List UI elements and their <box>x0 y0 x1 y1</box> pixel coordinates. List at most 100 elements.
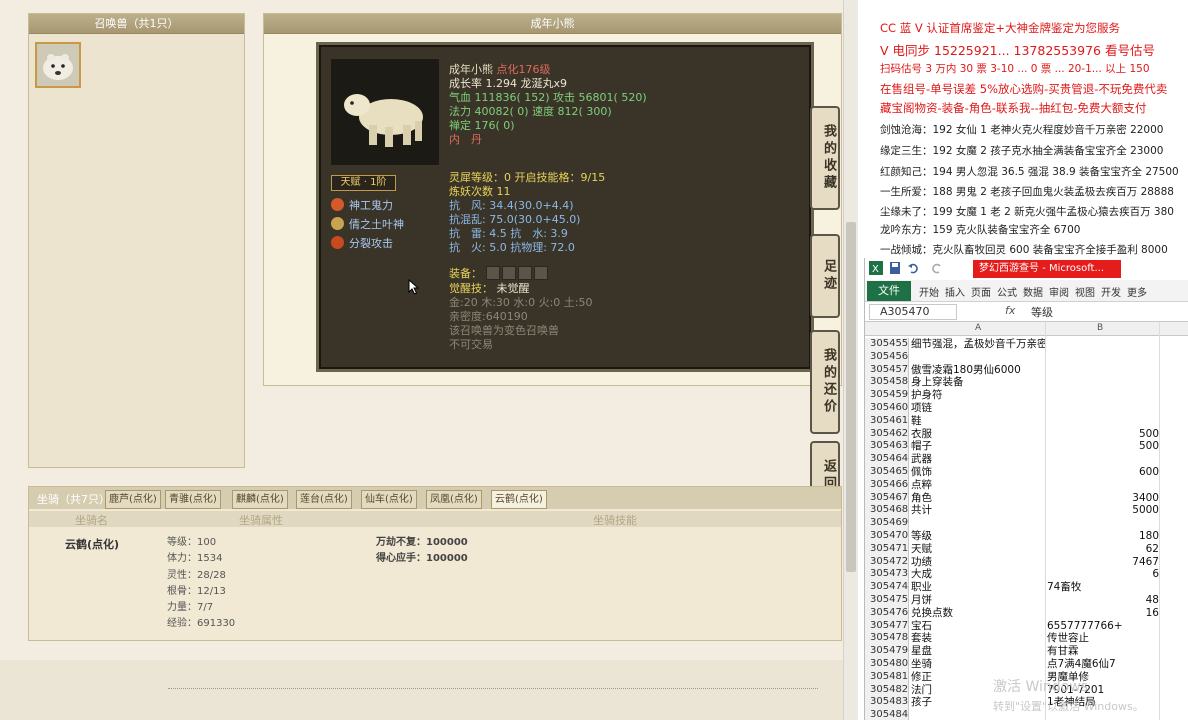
cell-a[interactable]: 细节强混，孟极妙音千万亲密，装备宝宝齐全 <box>911 338 1045 351</box>
row-number[interactable]: 305483 <box>865 696 909 710</box>
row-number[interactable]: 305476 <box>865 606 909 620</box>
pet-skill[interactable]: 倩之土叶神 <box>331 216 404 232</box>
cell-b[interactable]: 6557777766+ <box>1047 620 1159 633</box>
cell-a[interactable]: 功绩 <box>911 556 1045 569</box>
cell-b[interactable]: 6 <box>1047 568 1159 581</box>
cell-b[interactable]: 500 <box>1047 428 1159 441</box>
row-number[interactable]: 305462 <box>865 427 909 441</box>
ribbon-tab[interactable]: 审阅 <box>1049 284 1069 299</box>
cell-b[interactable]: 74畜牧 <box>1047 581 1159 594</box>
sheet-row[interactable]: 305470 等级 180 <box>865 529 1188 543</box>
cell-a[interactable]: 傲雪凌霜180男仙6000 <box>911 364 1045 377</box>
cell-a[interactable]: 等级 <box>911 530 1045 543</box>
row-number[interactable]: 305481 <box>865 670 909 684</box>
cell-b[interactable]: 3400 <box>1047 492 1159 505</box>
cell-a[interactable]: 武器 <box>911 453 1045 466</box>
cell-a[interactable]: 套装 <box>911 632 1045 645</box>
cell-b[interactable]: 62 <box>1047 543 1159 556</box>
cell-a[interactable]: 佩饰 <box>911 466 1045 479</box>
sheet-row[interactable]: 305459 护身符 <box>865 389 1188 402</box>
sheet-row[interactable]: 305476 兑换点数 16 <box>865 606 1188 620</box>
cell-a[interactable]: 项链 <box>911 402 1045 415</box>
my-favorites-button[interactable]: 我的收藏 <box>810 106 840 210</box>
formula-input[interactable]: 等级 <box>1031 304 1053 320</box>
sheet-row[interactable]: 305460 项链 <box>865 401 1188 415</box>
sheet-row[interactable]: 305479 星盘 有甘霖 <box>865 645 1188 658</box>
row-number[interactable]: 305468 <box>865 504 909 518</box>
cell-a[interactable]: 共计 <box>911 504 1045 517</box>
pet-thumbnail[interactable] <box>35 42 81 88</box>
row-number[interactable]: 305456 <box>865 350 909 364</box>
cell-b[interactable]: 传世容止 <box>1047 632 1159 645</box>
sheet-row[interactable]: 305471 天赋 62 <box>865 542 1188 556</box>
ribbon-tab[interactable]: 视图 <box>1075 284 1095 299</box>
row-number[interactable]: 305484 <box>865 709 909 720</box>
page-scrollbar[interactable] <box>843 0 858 720</box>
equip-slot[interactable] <box>501 266 516 280</box>
row-number[interactable]: 305482 <box>865 683 909 697</box>
row-number[interactable]: 305474 <box>865 581 909 594</box>
sheet-row[interactable]: 305468 共计 5000 <box>865 504 1188 518</box>
save-icon[interactable] <box>889 261 901 275</box>
cell-a[interactable]: 职业 <box>911 581 1045 594</box>
row-number[interactable]: 305465 <box>865 465 909 479</box>
sheet-row[interactable]: 305462 衣服 500 <box>865 427 1188 441</box>
sheet-grid[interactable]: 305455细节强混，孟极妙音千万亲密，装备宝宝齐全305456305457傲雪… <box>865 338 1188 720</box>
cell-a[interactable]: 帽子 <box>911 440 1045 453</box>
row-number[interactable]: 305479 <box>865 645 909 658</box>
cell-b[interactable]: 16 <box>1047 607 1159 620</box>
row-number[interactable]: 305466 <box>865 478 909 492</box>
undo-icon[interactable] <box>907 262 919 274</box>
my-bargain-button[interactable]: 我的还价 <box>810 330 840 434</box>
sheet-row[interactable]: 305473 大成 6 <box>865 568 1188 582</box>
ribbon-tab[interactable]: 开始 <box>919 284 939 299</box>
sheet-row[interactable]: 305466 点粹 <box>865 478 1188 492</box>
pet-skill[interactable]: 分裂攻击 <box>331 235 393 251</box>
tab-mount[interactable]: 鹿芦(点化) <box>105 490 161 509</box>
cell-a[interactable]: 衣服 <box>911 428 1045 441</box>
row-number[interactable]: 305457 <box>865 363 909 377</box>
cell-b[interactable]: 500 <box>1047 440 1159 453</box>
sheet-row[interactable]: 305469 <box>865 517 1188 530</box>
cell-a[interactable]: 身上穿装备 <box>911 376 1045 389</box>
cell-b[interactable]: 5000 <box>1047 504 1159 517</box>
tab-mount-active[interactable]: 云鹤(点化) <box>491 490 547 509</box>
cell-a[interactable]: 角色 <box>911 492 1045 505</box>
ribbon-tab[interactable]: 插入 <box>945 284 965 299</box>
sheet-row[interactable]: 305467 角色 3400 <box>865 491 1188 505</box>
row-number[interactable]: 305472 <box>865 555 909 569</box>
row-number[interactable]: 305477 <box>865 619 909 633</box>
cell-b[interactable]: 点7满4魔6仙7 <box>1047 658 1159 671</box>
cell-b[interactable]: 有甘霖 <box>1047 645 1159 658</box>
row-number[interactable]: 305459 <box>865 389 909 402</box>
fx-icon[interactable]: fx <box>1005 304 1015 317</box>
sheet-row[interactable]: 305464 武器 <box>865 453 1188 466</box>
tab-mount[interactable]: 青骓(点化) <box>165 490 221 509</box>
sheet-row[interactable]: 305458 身上穿装备 <box>865 376 1188 390</box>
sheet-row[interactable]: 305478 套装 传世容止 <box>865 632 1188 646</box>
cell-a[interactable]: 星盘 <box>911 645 1045 658</box>
cell-b[interactable]: 48 <box>1047 594 1159 607</box>
cell-a[interactable]: 点粹 <box>911 479 1045 492</box>
cell-b[interactable]: 7467 <box>1047 556 1159 569</box>
redo-icon[interactable] <box>931 262 943 274</box>
row-number[interactable]: 305455 <box>865 338 909 351</box>
file-tab[interactable]: 文件 <box>867 281 911 301</box>
sheet-row[interactable]: 305480 坐骑 点7满4魔6仙7 <box>865 657 1188 671</box>
footprint-button[interactable]: 足迹 <box>810 234 840 318</box>
equip-slot[interactable] <box>533 266 548 280</box>
sheet-row[interactable]: 305472 功绩 7467 <box>865 555 1188 569</box>
sheet-row[interactable]: 305457 傲雪凌霜180男仙6000 <box>865 363 1188 377</box>
tab-mount[interactable]: 麒麟(点化) <box>232 490 288 509</box>
ribbon-tab[interactable]: 公式 <box>997 284 1017 299</box>
sheet-row[interactable]: 305465 佩饰 600 <box>865 465 1188 479</box>
row-number[interactable]: 305475 <box>865 593 909 607</box>
row-number[interactable]: 305461 <box>865 414 909 428</box>
name-box[interactable]: A305470 <box>869 304 957 320</box>
sheet-row[interactable]: 305474 职业 74畜牧 <box>865 581 1188 594</box>
cell-b[interactable]: 180 <box>1047 530 1159 543</box>
row-number[interactable]: 305471 <box>865 542 909 556</box>
cell-a[interactable]: 宝石 <box>911 620 1045 633</box>
cell-b[interactable]: 600 <box>1047 466 1159 479</box>
row-number[interactable]: 305458 <box>865 376 909 390</box>
